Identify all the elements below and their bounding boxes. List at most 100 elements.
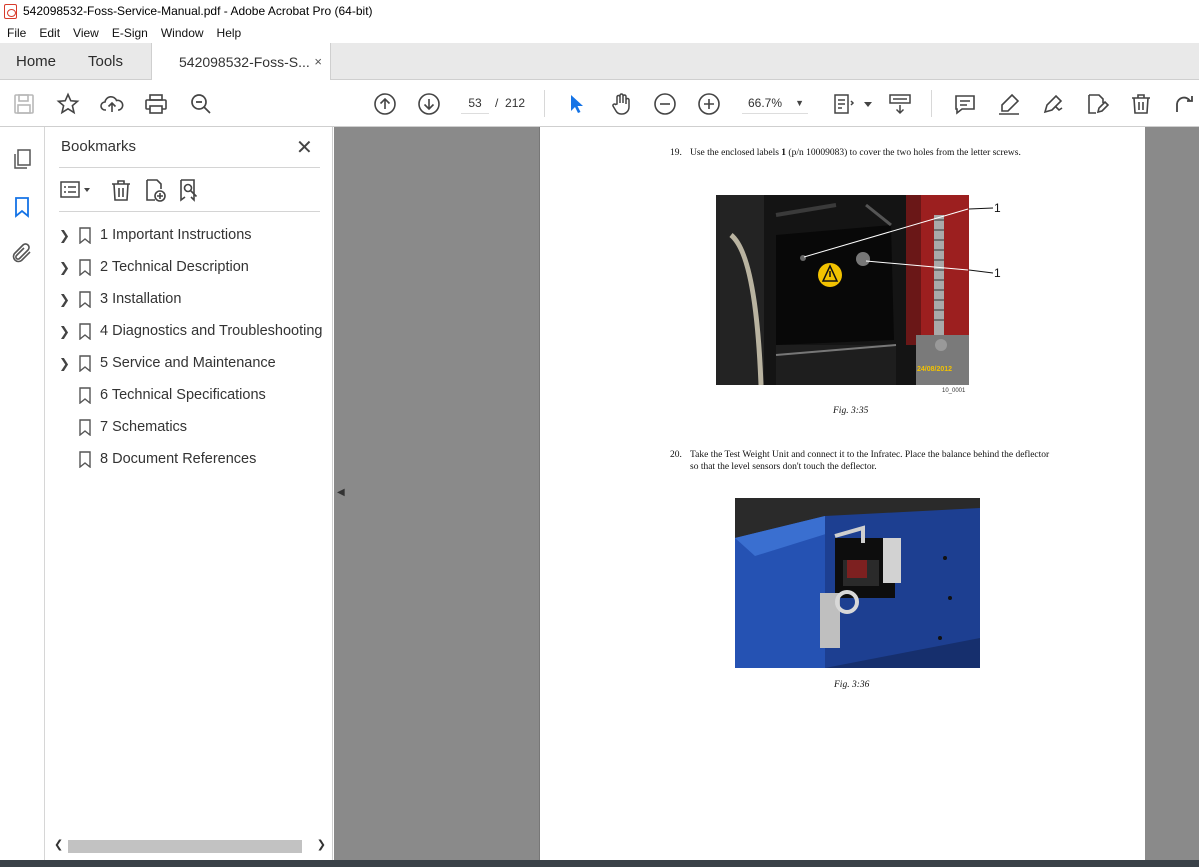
chevron-right-icon[interactable]: ❯ xyxy=(59,228,70,244)
toolbar-divider xyxy=(931,90,932,117)
bookmark-label: 6 Technical Specifications xyxy=(100,387,266,403)
bookmark-item[interactable]: 6 Technical Specifications xyxy=(45,380,333,412)
title-bar: 542098532-Foss-Service-Manual.pdf - Adob… xyxy=(0,0,1199,22)
chevron-right-icon[interactable]: ❯ xyxy=(59,324,70,340)
bookmarks-icon[interactable] xyxy=(10,195,34,219)
bookmark-flag-icon xyxy=(79,291,91,308)
bookmark-flag-icon xyxy=(79,419,91,436)
highlight-pen-icon[interactable] xyxy=(997,92,1021,116)
bookmark-flag-icon xyxy=(79,323,91,340)
menu-bar: File Edit View E-Sign Window Help xyxy=(0,22,1199,43)
chevron-right-icon[interactable]: ❯ xyxy=(59,260,70,276)
tab-bar: Home Tools 542098532-Foss-S... × xyxy=(0,43,1199,81)
bookmark-item[interactable]: 7 Schematics xyxy=(45,412,333,444)
bookmark-label: 1 Important Instructions xyxy=(100,227,252,243)
chevron-right-icon[interactable]: ❯ xyxy=(59,292,70,308)
bookmark-list: ❯ 1 Important Instructions ❯ 2 Technical… xyxy=(45,220,333,476)
bookmark-item[interactable]: ❯ 4 Diagnostics and Troubleshooting xyxy=(45,316,333,348)
bookmark-label: 8 Document References xyxy=(100,451,257,467)
zoom-out-icon[interactable] xyxy=(653,92,677,116)
scroll-right-icon[interactable]: ❯ xyxy=(317,838,326,851)
bookmark-flag-icon xyxy=(79,227,91,244)
document-viewer[interactable]: ◀ 19. Use the enclosed labels 1 (p/n 100… xyxy=(334,127,1199,860)
bookmarks-panel: Bookmarks ✕ ❯ 1 Important Instructions ❯… xyxy=(45,127,333,860)
bookmark-options-icon[interactable] xyxy=(59,177,93,203)
select-cursor-icon[interactable] xyxy=(565,92,589,116)
chevron-right-icon[interactable]: ❯ xyxy=(59,356,70,372)
comment-icon[interactable] xyxy=(953,92,977,116)
figure-photo-test-weight xyxy=(735,498,980,668)
bookmark-item[interactable]: 8 Document References xyxy=(45,444,333,476)
figure-photo-labels: 24/08/2012 xyxy=(716,195,969,385)
tab-tools[interactable]: Tools xyxy=(88,43,123,80)
bookmarks-toolbar xyxy=(59,177,319,203)
previous-page-icon[interactable] xyxy=(373,92,397,116)
collapse-panel-icon[interactable]: ◀ xyxy=(337,487,345,498)
page-number-input[interactable]: 53 xyxy=(461,92,489,114)
step-20: 20. Take the Test Weight Unit and connec… xyxy=(670,449,1070,475)
star-icon[interactable] xyxy=(56,92,80,116)
scroll-left-icon[interactable]: ❮ xyxy=(54,838,63,851)
horizontal-scrollbar[interactable]: ❮ ❯ xyxy=(54,837,326,855)
tab-document-label: 542098532-Foss-S... xyxy=(179,54,310,70)
menu-file[interactable]: File xyxy=(7,26,26,40)
bookmark-label: 3 Installation xyxy=(100,291,182,307)
bookmark-item[interactable]: ❯ 1 Important Instructions xyxy=(45,220,333,252)
step-text: Take the Test Weight Unit and connect it… xyxy=(690,450,1050,472)
pdf-page: 19. Use the enclosed labels 1 (p/n 10009… xyxy=(539,127,1145,860)
tab-close-icon[interactable]: × xyxy=(314,54,322,69)
close-icon[interactable]: ✕ xyxy=(296,135,313,160)
page-display-caret-icon[interactable] xyxy=(856,92,872,116)
find-bookmark-icon[interactable] xyxy=(177,177,201,203)
sign-pen-icon[interactable] xyxy=(1041,92,1065,116)
bookmark-item[interactable]: ❯ 3 Installation xyxy=(45,284,333,316)
page-display-icon[interactable] xyxy=(832,92,856,116)
bookmark-flag-icon xyxy=(79,259,91,276)
cloud-upload-icon[interactable] xyxy=(100,92,124,116)
zoom-search-icon[interactable] xyxy=(189,92,213,116)
bookmark-label: 5 Service and Maintenance xyxy=(100,355,276,371)
figure-id: 10_0001 xyxy=(942,388,966,394)
page-thumbnails-icon[interactable] xyxy=(10,147,34,171)
stamp-edit-icon[interactable] xyxy=(1085,92,1110,116)
menu-help[interactable]: Help xyxy=(217,26,242,40)
menu-window[interactable]: Window xyxy=(161,26,204,40)
print-icon[interactable] xyxy=(144,92,168,116)
bookmark-label: 2 Technical Description xyxy=(100,259,249,275)
menu-view[interactable]: View xyxy=(73,26,99,40)
zoom-value: 66.7% xyxy=(748,96,783,110)
test-weight-unit-photo xyxy=(735,498,980,668)
delete-icon[interactable] xyxy=(1129,92,1153,116)
step-number: 20. xyxy=(670,450,682,460)
menu-esign[interactable]: E-Sign xyxy=(112,26,148,40)
bookmark-label: 7 Schematics xyxy=(100,419,188,435)
bookmark-item[interactable]: ❯ 5 Service and Maintenance xyxy=(45,348,333,380)
machine-interior-photo: 24/08/2012 xyxy=(716,195,969,385)
page-separator: / xyxy=(495,96,499,110)
tab-home[interactable]: Home xyxy=(16,43,56,80)
bookmark-flag-icon xyxy=(79,451,91,468)
zoom-in-icon[interactable] xyxy=(697,92,721,116)
new-bookmark-icon[interactable] xyxy=(143,177,167,203)
bookmark-item[interactable]: ❯ 2 Technical Description xyxy=(45,252,333,284)
page-total: / 212 xyxy=(495,92,525,114)
hand-tool-icon[interactable] xyxy=(609,92,633,116)
scroll-mode-icon[interactable] xyxy=(888,92,912,116)
toolbar-divider xyxy=(544,90,545,117)
chevron-down-icon: ▼ xyxy=(795,98,804,108)
scrollbar-thumb[interactable] xyxy=(68,840,302,853)
page-total-count: 212 xyxy=(505,96,526,110)
step-text-part: Use the enclosed labels xyxy=(690,148,782,158)
bookmark-label: 4 Diagnostics and Troubleshooting xyxy=(100,323,323,339)
delete-bookmark-icon[interactable] xyxy=(109,177,133,203)
tab-document[interactable]: 542098532-Foss-S... × xyxy=(151,43,331,81)
zoom-level-select[interactable]: 66.7% ▼ xyxy=(742,92,808,114)
menu-edit[interactable]: Edit xyxy=(39,26,60,40)
step-text: Use the enclosed labels 1 (p/n 10009083)… xyxy=(690,147,1050,159)
save-icon[interactable] xyxy=(12,92,36,116)
next-page-icon[interactable] xyxy=(417,92,441,116)
attachments-icon[interactable] xyxy=(10,241,34,265)
rotate-icon[interactable] xyxy=(1173,92,1197,116)
bookmark-flag-icon xyxy=(79,387,91,404)
bookmark-flag-icon xyxy=(79,355,91,372)
